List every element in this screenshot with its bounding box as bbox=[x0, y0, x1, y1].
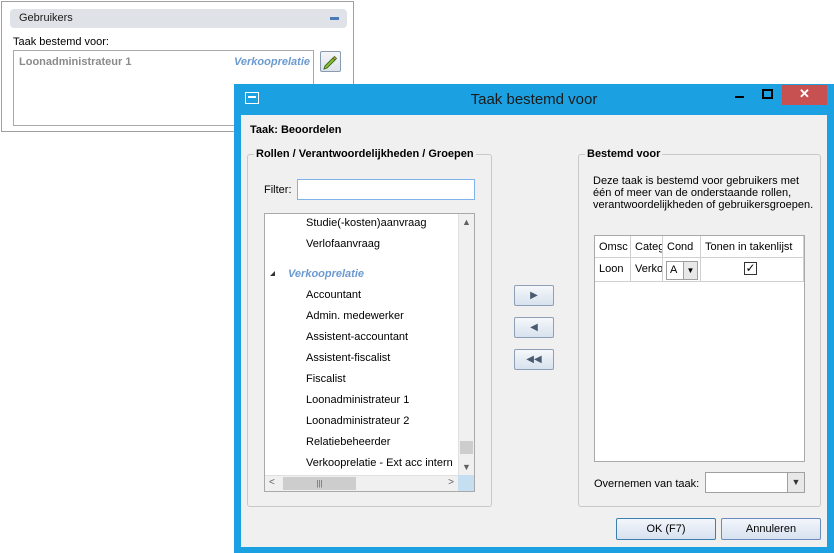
double-arrow-left-icon: ◀◀ bbox=[526, 354, 542, 365]
tree-item[interactable]: Admin. medewerker bbox=[306, 310, 404, 322]
tree-item[interactable]: Relatiebeheerder bbox=[306, 436, 390, 448]
condition-select-value: A bbox=[670, 264, 678, 276]
checkmark-icon: ✓ bbox=[745, 261, 756, 275]
column-header-tonen[interactable]: Tonen in takenlijst bbox=[701, 236, 804, 258]
assigned-to-item[interactable]: Loonadministrateur 1 bbox=[19, 56, 131, 68]
minimize-button[interactable] bbox=[726, 85, 753, 105]
tree-item[interactable]: Studie(-kosten)aanvraag bbox=[306, 217, 426, 229]
scrollbar-corner bbox=[458, 475, 474, 491]
pencil-icon bbox=[323, 55, 338, 70]
tree-item[interactable]: Assistent-accountant bbox=[306, 331, 408, 343]
add-button[interactable]: ▶ bbox=[514, 285, 554, 306]
scroll-right-icon[interactable]: > bbox=[448, 477, 454, 488]
chevron-down-icon[interactable]: ▼ bbox=[683, 262, 697, 279]
edit-assigned-button[interactable] bbox=[320, 51, 341, 72]
filter-input[interactable] bbox=[297, 179, 475, 200]
dialog-body: Taak: Beoordelen Rollen / Verantwoordeli… bbox=[241, 115, 827, 547]
roles-group-title: Rollen / Verantwoordelijkheden / Groepen bbox=[254, 148, 476, 160]
assigned-group-title: Bestemd voor bbox=[585, 148, 663, 160]
cell-categorie[interactable]: Verko bbox=[631, 258, 663, 282]
tree-item[interactable]: Verkooprelatie - Ext acc intern bbox=[306, 457, 453, 469]
copy-from-task-select[interactable]: ▼ bbox=[705, 472, 805, 493]
assigned-description: Deze taak is bestemd voor gebruikers met… bbox=[593, 175, 814, 211]
tree-item[interactable]: Loonadministrateur 1 bbox=[306, 394, 409, 406]
roles-group: Rollen / Verantwoordelijkheden / Groepen… bbox=[247, 148, 492, 507]
chevron-down-icon[interactable]: ▼ bbox=[787, 473, 804, 492]
remove-button[interactable]: ◀ bbox=[514, 317, 554, 338]
column-header-conditie[interactable]: Cond bbox=[663, 236, 701, 258]
tree-item[interactable]: Verlofaanvraag bbox=[306, 238, 380, 250]
scroll-up-icon[interactable]: ▲ bbox=[462, 217, 471, 227]
maximize-icon bbox=[762, 89, 773, 99]
tree-item[interactable]: Accountant bbox=[306, 289, 361, 301]
horizontal-scrollbar[interactable]: < ||| > bbox=[265, 475, 458, 491]
users-panel-header[interactable]: Gebruikers bbox=[10, 9, 347, 28]
vertical-scroll-thumb[interactable] bbox=[460, 441, 473, 454]
minimize-icon bbox=[735, 96, 744, 98]
scroll-down-icon[interactable]: ▼ bbox=[462, 462, 471, 472]
condition-select[interactable]: A ▼ bbox=[666, 261, 698, 280]
scroll-left-icon[interactable]: < bbox=[269, 477, 275, 488]
close-button[interactable]: ✕ bbox=[782, 85, 827, 105]
close-icon: ✕ bbox=[799, 86, 810, 101]
assigned-to-item-tag: Verkooprelatie bbox=[233, 56, 310, 68]
vertical-scrollbar[interactable]: ▲ ▼ bbox=[458, 214, 474, 475]
assigned-grid[interactable]: Omsc Categ Cond Tonen in takenlijst Loon… bbox=[594, 235, 805, 462]
cell-omschrijving[interactable]: Loon bbox=[595, 258, 631, 282]
filter-label: Filter: bbox=[264, 184, 292, 196]
task-label: Taak: Beoordelen bbox=[250, 124, 342, 136]
show-in-tasklist-checkbox[interactable]: ✓ bbox=[744, 262, 757, 275]
remove-all-button[interactable]: ◀◀ bbox=[514, 349, 554, 370]
cancel-button[interactable]: Annuleren bbox=[721, 518, 821, 540]
tree-group-verkooprelatie[interactable]: Verkooprelatie bbox=[288, 268, 364, 280]
assigned-group: Bestemd voor Deze taak is bestemd voor g… bbox=[578, 148, 821, 507]
ok-button[interactable]: OK (F7) bbox=[616, 518, 716, 540]
column-header-omschrijving[interactable]: Omsc bbox=[595, 236, 631, 258]
users-panel-title: Gebruikers bbox=[19, 12, 73, 24]
assign-task-dialog: Taak bestemd voor ✕ Taak: Beoordelen Rol… bbox=[234, 84, 834, 553]
roles-tree[interactable]: Studie(-kosten)aanvraag Verlofaanvraag V… bbox=[264, 213, 475, 492]
expand-icon[interactable] bbox=[270, 271, 275, 276]
arrow-right-icon: ▶ bbox=[530, 290, 538, 301]
dialog-titlebar[interactable]: Taak bestemd voor ✕ bbox=[234, 84, 834, 115]
horizontal-scroll-thumb[interactable]: ||| bbox=[283, 477, 356, 490]
arrow-left-icon: ◀ bbox=[530, 322, 538, 333]
maximize-button[interactable] bbox=[754, 85, 781, 105]
assigned-to-label: Taak bestemd voor: bbox=[13, 36, 109, 48]
tree-item[interactable]: Assistent-fiscalist bbox=[306, 352, 390, 364]
collapse-icon[interactable] bbox=[330, 17, 339, 20]
column-header-categorie[interactable]: Categ bbox=[631, 236, 663, 258]
tree-item[interactable]: Fiscalist bbox=[306, 373, 346, 385]
tree-item[interactable]: Loonadministrateur 2 bbox=[306, 415, 409, 427]
copy-from-task-label: Overnemen van taak: bbox=[594, 478, 700, 490]
